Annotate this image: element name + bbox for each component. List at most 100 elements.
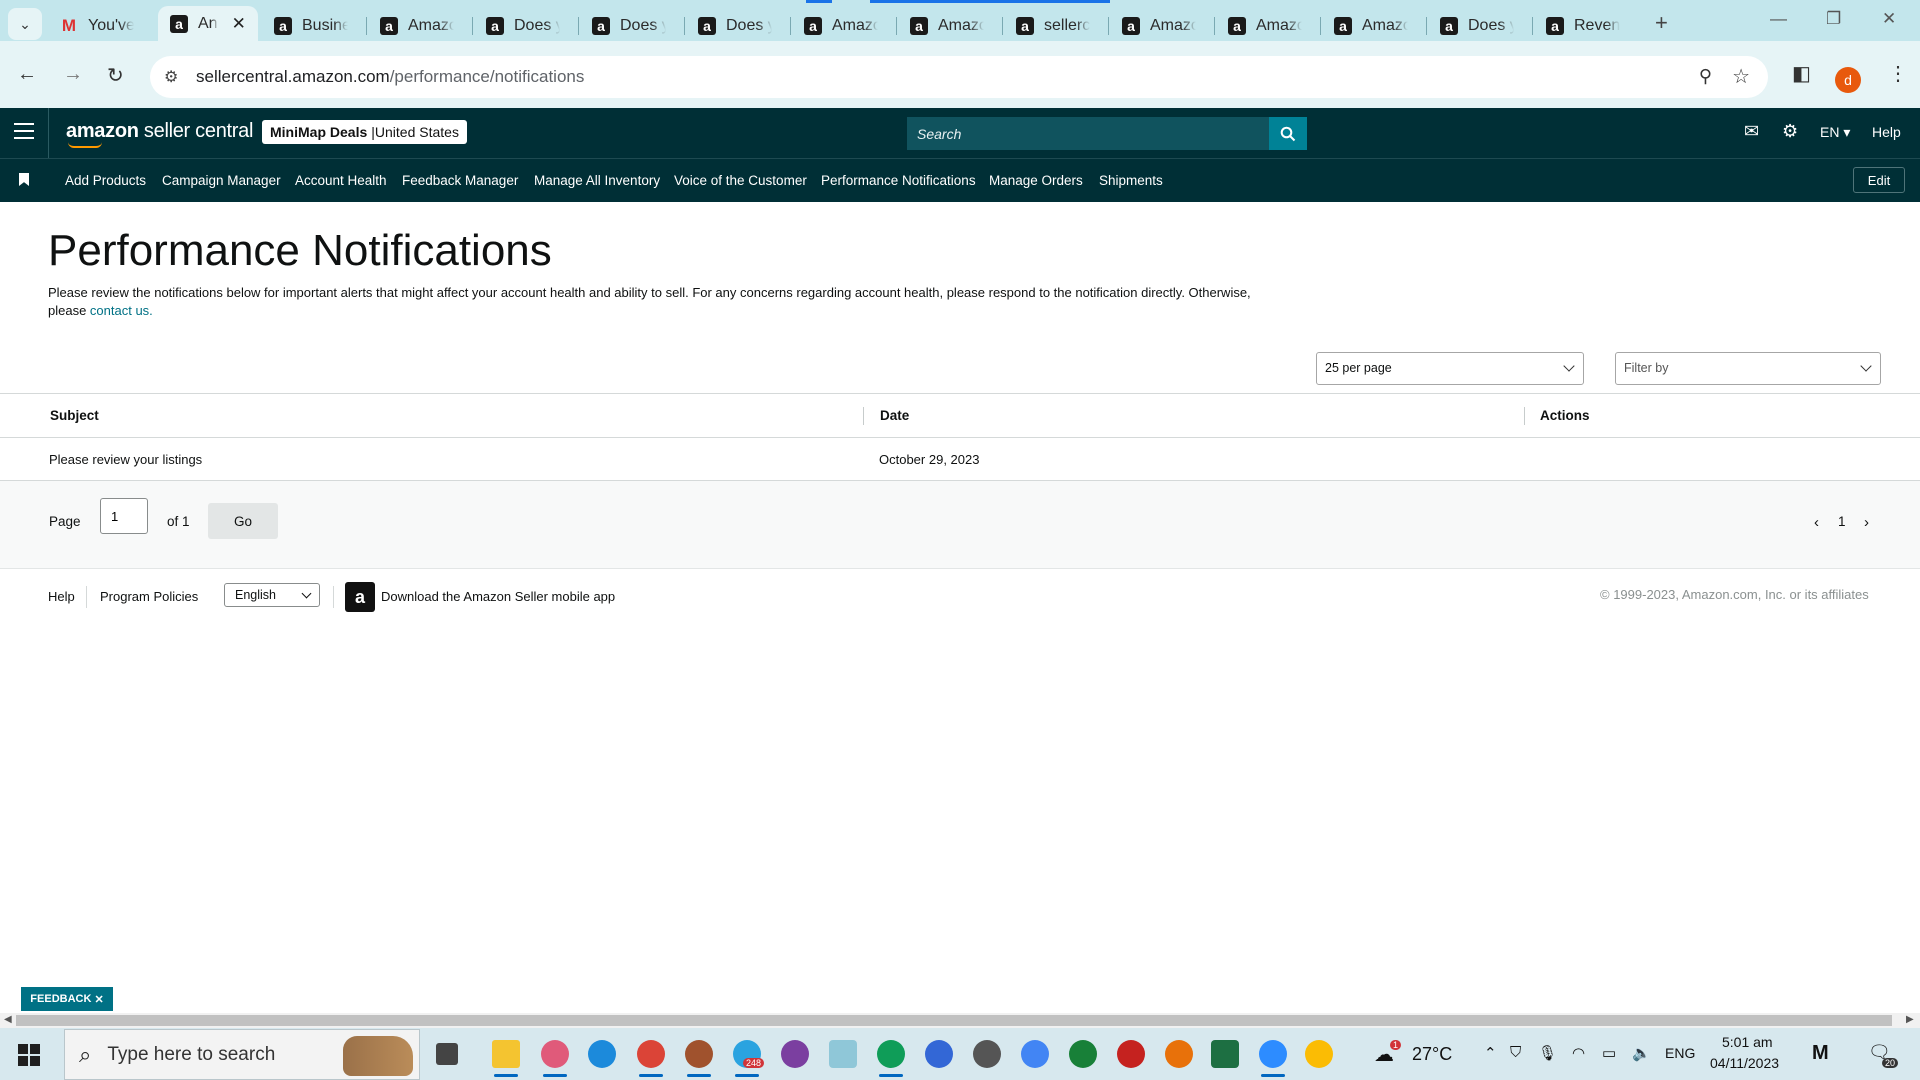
browser-menu-icon[interactable]: ⋮: [1888, 61, 1908, 86]
nav-item-voice-of-the-customer[interactable]: Voice of the Customer: [674, 173, 807, 188]
footer-program-policies-link[interactable]: Program Policies: [100, 589, 198, 604]
hamburger-menu-icon[interactable]: [14, 123, 34, 139]
wifi-icon[interactable]: ◠: [1572, 1044, 1585, 1062]
mail-icon[interactable]: ✉: [1744, 121, 1759, 142]
nav-item-add-products[interactable]: Add Products: [65, 173, 146, 188]
forward-arrow-icon[interactable]: →: [63, 63, 83, 86]
chrome-profile-icon[interactable]: [1021, 1040, 1049, 1068]
minimize-icon[interactable]: —: [1770, 9, 1787, 29]
close-window-icon[interactable]: ✕: [1882, 9, 1896, 29]
windows-start-icon[interactable]: [18, 1044, 40, 1066]
nav-item-feedback-manager[interactable]: Feedback Manager: [402, 173, 518, 188]
app-logo-icon[interactable]: M: [1812, 1042, 1829, 1065]
back-arrow-icon[interactable]: ←: [17, 63, 37, 86]
browser-tab[interactable]: a sellerc: [1016, 10, 1090, 41]
help-link[interactable]: Help: [1872, 124, 1901, 140]
feedback-button[interactable]: FEEDBACK ✕: [21, 987, 113, 1011]
language-selector[interactable]: EN ▾: [1820, 124, 1850, 141]
seller-central-logo[interactable]: amazon seller central: [66, 120, 253, 148]
notification-subject-link[interactable]: Please review your listings: [49, 452, 202, 467]
zoom-icon[interactable]: [1259, 1040, 1287, 1077]
browser-tab[interactable]: a Does y: [698, 10, 772, 41]
search-button[interactable]: [1269, 117, 1307, 150]
close-icon[interactable]: ✕: [94, 993, 103, 1006]
chevron-up-icon[interactable]: ⌃: [1484, 1044, 1497, 1062]
profile-avatar[interactable]: d: [1835, 67, 1861, 93]
browser-tab-active[interactable]: a An ✕: [158, 6, 258, 41]
browser-tab[interactable]: a Busine: [274, 10, 348, 41]
chrome-profile-icon[interactable]: [685, 1040, 713, 1077]
new-tab-button[interactable]: +: [1655, 10, 1668, 36]
nav-item-shipments[interactable]: Shipments: [1099, 173, 1163, 188]
speaker-icon[interactable]: 🔈: [1632, 1044, 1651, 1062]
temperature[interactable]: 27°C: [1412, 1044, 1452, 1065]
browser-tab[interactable]: a Amazo: [910, 10, 984, 41]
snipping-tool-icon[interactable]: [541, 1040, 569, 1077]
notes-app-icon[interactable]: [829, 1040, 857, 1068]
page-number-input[interactable]: [100, 498, 148, 534]
task-view-icon[interactable]: [436, 1043, 458, 1065]
nav-item-manage-orders[interactable]: Manage Orders: [989, 173, 1083, 188]
account-switcher[interactable]: MiniMap Deals | United States: [262, 120, 467, 144]
tab-search-button[interactable]: ⌄: [8, 8, 42, 40]
footer-help-link[interactable]: Help: [48, 589, 75, 604]
browser-tab[interactable]: a Does y: [486, 10, 560, 41]
chrome-profile-icon[interactable]: [925, 1040, 953, 1068]
browser-tab[interactable]: a Amazo: [380, 10, 454, 41]
clock-time[interactable]: 5:01 am: [1722, 1034, 1773, 1050]
scroll-right-icon[interactable]: ▶: [1906, 1014, 1914, 1025]
chrome-profile-icon[interactable]: [877, 1040, 905, 1077]
chrome-profile-icon[interactable]: [637, 1040, 665, 1077]
address-bar[interactable]: ⚙ sellercentral.amazon.com/performance/n…: [150, 56, 1768, 98]
nav-item-account-health[interactable]: Account Health: [295, 173, 387, 188]
chrome-profile-icon[interactable]: [1069, 1040, 1097, 1068]
file-explorer-icon[interactable]: [492, 1040, 520, 1077]
site-info-icon[interactable]: ⚙: [164, 67, 178, 87]
search-input[interactable]: Search: [907, 117, 1269, 150]
gear-icon[interactable]: ⚙: [1782, 121, 1798, 142]
restore-icon[interactable]: ❐: [1826, 9, 1841, 29]
browser-tab[interactable]: M You've: [60, 10, 134, 41]
browser-tab[interactable]: a Does y: [592, 10, 666, 41]
reload-icon[interactable]: ↻: [107, 63, 124, 88]
browser-tab[interactable]: a Amazo: [1228, 10, 1302, 41]
side-panel-icon[interactable]: ◧: [1792, 61, 1811, 86]
bookmark-icon[interactable]: [19, 173, 29, 186]
browser-tab[interactable]: a Reven: [1546, 10, 1620, 41]
next-page-icon[interactable]: ›: [1864, 514, 1869, 531]
browser-tab[interactable]: a Does y: [1440, 10, 1514, 41]
horizontal-scrollbar[interactable]: ◀ ▶: [0, 1013, 1920, 1028]
zoom-icon[interactable]: ⚲: [1699, 66, 1712, 87]
chrome-icon[interactable]: [1305, 1040, 1333, 1068]
browser-tab[interactable]: a Amazo: [1122, 10, 1196, 41]
chrome-profile-icon[interactable]: [781, 1040, 809, 1068]
amazon-app-icon[interactable]: a: [345, 582, 375, 612]
chrome-profile-icon[interactable]: [973, 1040, 1001, 1068]
shield-icon[interactable]: ⛉: [1510, 1044, 1521, 1061]
nav-item-manage-all-inventory[interactable]: Manage All Inventory: [534, 173, 660, 188]
filter-select[interactable]: Filter by: [1615, 352, 1881, 385]
bookmark-star-icon[interactable]: ☆: [1732, 64, 1750, 89]
go-button[interactable]: Go: [208, 503, 278, 539]
current-page-number[interactable]: 1: [1838, 514, 1846, 529]
edge-icon[interactable]: [588, 1040, 616, 1068]
edit-nav-button[interactable]: Edit: [1853, 167, 1905, 193]
previous-page-icon[interactable]: ‹: [1814, 514, 1819, 531]
scroll-left-icon[interactable]: ◀: [4, 1014, 12, 1025]
scrollbar-thumb[interactable]: [16, 1015, 1892, 1026]
chrome-profile-icon[interactable]: [1165, 1040, 1193, 1068]
taskbar-search-input[interactable]: ⌕ Type here to search: [64, 1029, 420, 1080]
download-app-link[interactable]: Download the Amazon Seller mobile app: [381, 589, 615, 604]
browser-tab[interactable]: a Amazo: [804, 10, 878, 41]
nav-item-campaign-manager[interactable]: Campaign Manager: [162, 173, 281, 188]
input-language[interactable]: ENG: [1665, 1045, 1695, 1061]
chrome-profile-icon[interactable]: [1117, 1040, 1145, 1068]
browser-tab[interactable]: a Amazo: [1334, 10, 1408, 41]
excel-icon[interactable]: [1211, 1040, 1239, 1068]
footer-language-select[interactable]: English: [224, 583, 320, 607]
per-page-select[interactable]: 25 per page: [1316, 352, 1584, 385]
clock-date[interactable]: 04/11/2023: [1710, 1055, 1779, 1071]
close-tab-icon[interactable]: ✕: [232, 14, 246, 34]
contact-us-link[interactable]: contact us.: [90, 303, 153, 318]
nav-item-performance-notifications[interactable]: Performance Notifications: [821, 173, 976, 188]
